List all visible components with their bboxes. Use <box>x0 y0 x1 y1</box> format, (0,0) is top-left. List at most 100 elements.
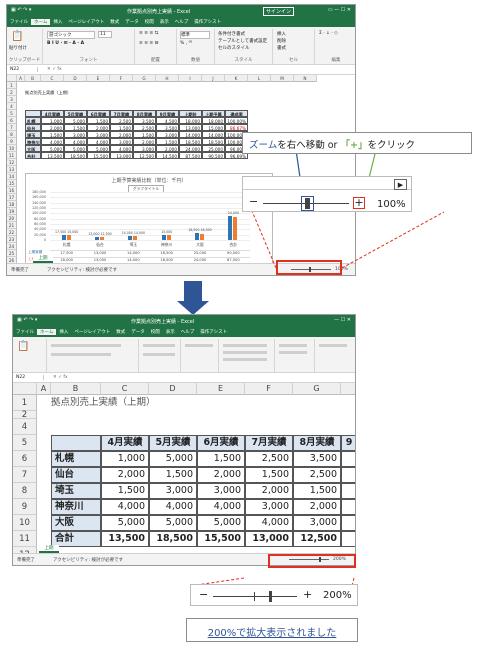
table-header-cell[interactable]: 4月実績 <box>41 110 64 117</box>
column-header[interactable]: G <box>293 383 341 395</box>
number-format-icons[interactable]: % , ⁰⁰ <box>180 41 192 46</box>
row-header[interactable]: 2 <box>7 89 17 96</box>
ribbon-tab[interactable]: 数式 <box>107 19 122 25</box>
table-cell[interactable]: 4,000 <box>64 138 87 145</box>
column-header[interactable]: K <box>225 75 248 82</box>
table-cell[interactable]: 4,000 <box>149 499 197 515</box>
row-header[interactable]: 8 <box>13 483 37 499</box>
table-header-cell[interactable]: 9 <box>341 435 355 451</box>
row-header[interactable]: 1 <box>7 82 17 89</box>
save-icon[interactable]: ▣ ↶ ↷ ▾ <box>11 7 31 13</box>
table-header-cell[interactable] <box>25 110 41 117</box>
number-format-select[interactable]: 標準 <box>180 31 210 39</box>
table-header-cell[interactable]: 5月実績 <box>64 110 87 117</box>
corner-cell[interactable] <box>13 383 37 395</box>
row-header[interactable]: 4 <box>13 419 37 435</box>
row-header[interactable]: 7 <box>7 124 17 131</box>
table-header-blank[interactable] <box>51 435 101 451</box>
table-cell[interactable]: 2,000 <box>156 145 179 152</box>
row-header[interactable]: 1 <box>13 395 37 411</box>
table-cell[interactable]: 1,500 <box>41 131 64 138</box>
row-header[interactable]: 14 <box>7 173 17 180</box>
table-cell[interactable]: 2,000 <box>133 138 156 145</box>
zoom-percent-enlarged[interactable]: 200% <box>323 590 352 601</box>
table-cell[interactable]: 18,500 <box>202 138 225 145</box>
row-header[interactable]: 13 <box>7 166 17 173</box>
table-cell[interactable]: 神奈川 <box>51 499 101 515</box>
table-cell[interactable]: 神奈川 <box>25 138 41 145</box>
align-icons[interactable]: ≡ ≡ ≡ ⇆ <box>139 31 158 36</box>
column-header[interactable]: C <box>101 383 149 395</box>
table-cell[interactable]: 1,500 <box>197 451 245 467</box>
row-header[interactable]: 6 <box>7 117 17 124</box>
row-header[interactable]: 9 <box>7 138 17 145</box>
table-cell[interactable]: 2,500 <box>245 451 293 467</box>
column-header[interactable]: C <box>41 75 64 82</box>
table-cell[interactable]: 4,000 <box>197 499 245 515</box>
font-size-select[interactable]: 11 <box>98 31 112 38</box>
window-controls[interactable]: ▭ — ☐ ✕ <box>328 7 351 13</box>
ribbon-tab[interactable]: ヘルプ <box>172 19 192 25</box>
ribbon-tab[interactable]: 校閲 <box>148 329 163 335</box>
table-cell[interactable]: 3,000 <box>64 131 87 138</box>
zoom-minus-button[interactable]: − <box>249 195 258 208</box>
cell-style-button[interactable]: セルのスタイル <box>218 45 250 51</box>
row-header[interactable]: 11 <box>13 531 37 547</box>
row-header[interactable]: 18 <box>7 201 17 208</box>
table-cell[interactable]: 18,500 <box>64 152 87 159</box>
column-header[interactable]: L <box>248 75 271 82</box>
table-cell[interactable]: 13,000 <box>179 124 202 131</box>
table-cell[interactable]: 仙台 <box>51 467 101 483</box>
table-cell[interactable]: 15,500 <box>87 152 110 159</box>
ribbon-tab[interactable]: データ <box>122 19 142 25</box>
paste-button[interactable]: 貼り付け <box>9 45 27 51</box>
ribbon-tab[interactable]: 校閲 <box>142 19 157 25</box>
table-cell[interactable]: 86.67% <box>225 124 248 131</box>
ribbon-tab[interactable]: ページレイアウト <box>71 329 113 335</box>
actual-bar[interactable] <box>100 236 104 240</box>
table-cell[interactable]: 18,500 <box>149 531 197 547</box>
table-cell[interactable]: 13,000 <box>110 152 133 159</box>
table-cell[interactable]: 15,000 <box>202 124 225 131</box>
sheet-tab[interactable]: 上期 <box>33 255 53 263</box>
row-header[interactable]: 16 <box>7 187 17 194</box>
table-cell[interactable]: 12,500 <box>133 152 156 159</box>
ribbon-tab[interactable]: 数式 <box>113 329 128 335</box>
row-header[interactable]: 9 <box>13 499 37 515</box>
column-header[interactable]: H <box>156 75 179 82</box>
row-header[interactable]: 15 <box>7 180 17 187</box>
table-cell[interactable]: 3,000 <box>156 131 179 138</box>
row-header[interactable]: 6 <box>13 451 37 467</box>
table-cell[interactable]: 2,000 <box>101 467 149 483</box>
table-cell[interactable]: 13,000 <box>245 531 293 547</box>
scrollbar-strip[interactable] <box>243 179 411 190</box>
table-cell[interactable]: 1,500 <box>87 117 110 124</box>
table-header-cell[interactable]: 5月実績 <box>149 435 197 451</box>
table-cell[interactable]: 仙台 <box>25 124 41 131</box>
zoom-plus-button[interactable]: + <box>353 197 365 209</box>
table-cell[interactable]: 14,000 <box>179 131 202 138</box>
ribbon-tab[interactable]: ファイル <box>7 19 31 25</box>
name-box[interactable]: N22 <box>16 375 44 380</box>
table-cell[interactable]: 13,500 <box>41 152 64 159</box>
actual-bar[interactable] <box>133 236 138 240</box>
sheet-tab[interactable]: 上期 <box>39 545 59 553</box>
table-cell[interactable]: 1,000 <box>101 451 149 467</box>
table-cell[interactable]: 18,000 <box>179 117 202 124</box>
budget-bar[interactable] <box>95 236 99 240</box>
table-cell[interactable]: 1,500 <box>156 138 179 145</box>
actual-bar[interactable] <box>200 233 204 240</box>
table-format-button[interactable]: テーブルとして書式設定 <box>218 38 267 44</box>
ribbon-tab[interactable]: 挿入 <box>50 19 65 25</box>
table-cell[interactable]: 87,500 <box>179 152 202 159</box>
table-cell-partial[interactable] <box>341 531 355 547</box>
column-header[interactable]: E <box>197 383 245 395</box>
table-cell[interactable]: 4,000 <box>87 138 110 145</box>
table-cell[interactable]: 合計 <box>25 152 41 159</box>
table-cell-partial[interactable] <box>341 499 355 515</box>
table-cell[interactable]: 2,500 <box>293 467 341 483</box>
table-cell[interactable]: 1,500 <box>64 124 87 131</box>
table-cell[interactable]: 3,000 <box>149 483 197 499</box>
budget-bar[interactable] <box>228 215 233 240</box>
table-cell[interactable]: 4,000 <box>101 499 149 515</box>
